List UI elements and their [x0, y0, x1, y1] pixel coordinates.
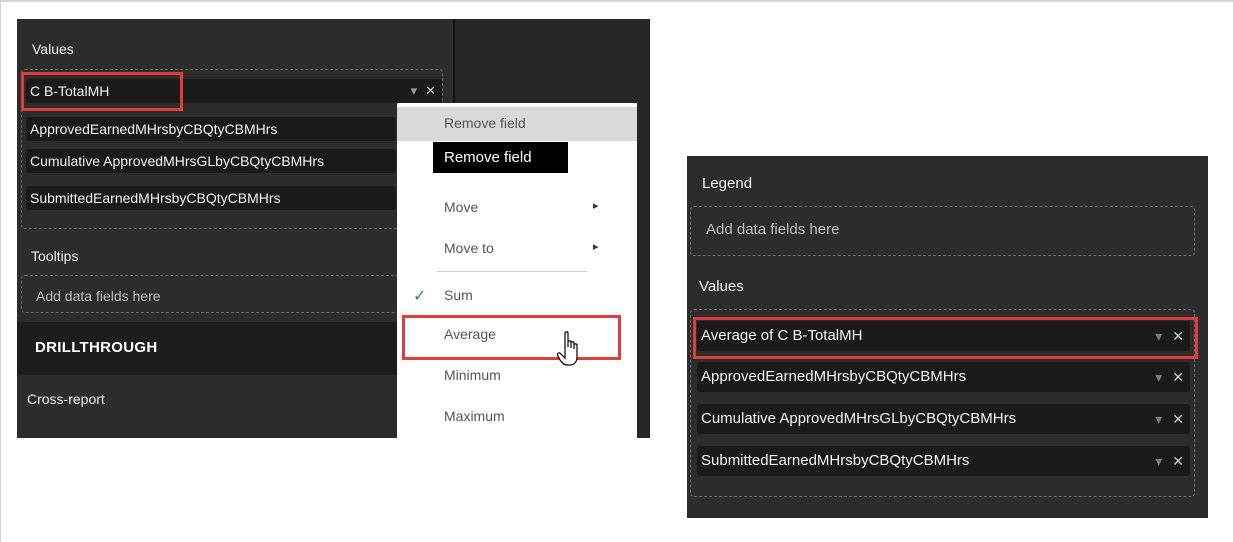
menu-item-label: Maximum	[444, 408, 505, 424]
values-label: Values	[32, 41, 74, 57]
submenu-arrow-icon: ▸	[593, 241, 599, 253]
menu-item-maximum[interactable]: Maximum	[397, 400, 637, 434]
menu-item-label: Sum	[444, 287, 473, 303]
cross-report-label: Cross-report	[27, 391, 105, 407]
menu-item-minimum[interactable]: Minimum	[397, 359, 637, 393]
menu-item-remove-field[interactable]: Remove field	[397, 107, 637, 141]
highlight-box	[21, 72, 183, 111]
value-field-4[interactable]: SubmittedEarnedMHrsbyCBQtyCBMHrs ▾ ✕	[697, 446, 1190, 476]
value-field-label: SubmittedEarnedMHrsbyCBQtyCBMHrs	[30, 190, 281, 206]
tooltips-label: Tooltips	[31, 248, 79, 264]
left-border	[0, 0, 1, 542]
menu-item-label: Move to	[444, 240, 494, 256]
highlight-box	[693, 317, 1198, 359]
menu-item-sum[interactable]: ✓ Sum	[397, 279, 637, 313]
menu-item-label: Remove field	[444, 115, 526, 131]
value-field-label: ApprovedEarnedMHrsbyCBQtyCBMHrs	[30, 121, 278, 137]
value-field-4[interactable]: SubmittedEarnedMHrsbyCBQtyCBMHrs	[26, 186, 396, 210]
value-field-label: Cumulative ApprovedMHrsGLbyCBQtyCBMHrs	[30, 153, 325, 169]
value-field-label: SubmittedEarnedMHrsbyCBQtyCBMHrs	[701, 452, 970, 469]
value-field-label: Cumulative ApprovedMHrsGLbyCBQtyCBMHrs	[701, 410, 1017, 427]
remove-icon[interactable]: ✕	[1172, 411, 1184, 427]
top-border	[0, 0, 1233, 2]
menu-item-label: Minimum	[444, 367, 501, 383]
value-field-label: ApprovedEarnedMHrsbyCBQtyCBMHrs	[701, 368, 967, 385]
remove-icon[interactable]: ✕	[1172, 453, 1184, 469]
submenu-arrow-icon: ▸	[593, 200, 599, 212]
dropdown-icon[interactable]: ▾	[1155, 369, 1162, 385]
hand-cursor-icon	[557, 331, 578, 366]
dropdown-icon[interactable]: ▾	[411, 83, 418, 98]
value-field-2[interactable]: ApprovedEarnedMHrsbyCBQtyCBMHrs	[26, 117, 396, 141]
menu-item-move[interactable]: Move ▸	[397, 191, 637, 225]
value-field-2[interactable]: ApprovedEarnedMHrsbyCBQtyCBMHrs ▾ ✕	[697, 362, 1190, 392]
tooltips-placeholder: Add data fields here	[36, 288, 161, 304]
menu-separator	[437, 271, 587, 272]
menu-item-label: Move	[444, 199, 479, 215]
values-label: Values	[699, 278, 744, 295]
highlight-box	[402, 315, 621, 360]
legend-placeholder: Add data fields here	[706, 221, 840, 238]
legend-label: Legend	[702, 175, 753, 192]
drillthrough-label: DRILLTHROUGH	[35, 339, 158, 356]
remove-icon[interactable]: ✕	[425, 83, 436, 98]
check-icon: ✓	[413, 288, 427, 305]
value-field-3[interactable]: Cumulative ApprovedMHrsGLbyCBQtyCBMHrs	[26, 149, 396, 173]
dropdown-icon[interactable]: ▾	[1155, 411, 1162, 427]
menu-item-move-to[interactable]: Move to ▸	[397, 232, 637, 266]
remove-field-tooltip: Remove field	[433, 142, 568, 173]
remove-icon[interactable]: ✕	[1172, 369, 1184, 385]
dropdown-icon[interactable]: ▾	[1155, 453, 1162, 469]
value-field-3[interactable]: Cumulative ApprovedMHrsGLbyCBQtyCBMHrs ▾…	[697, 404, 1190, 434]
drillthrough-header[interactable]: DRILLTHROUGH	[17, 322, 397, 375]
